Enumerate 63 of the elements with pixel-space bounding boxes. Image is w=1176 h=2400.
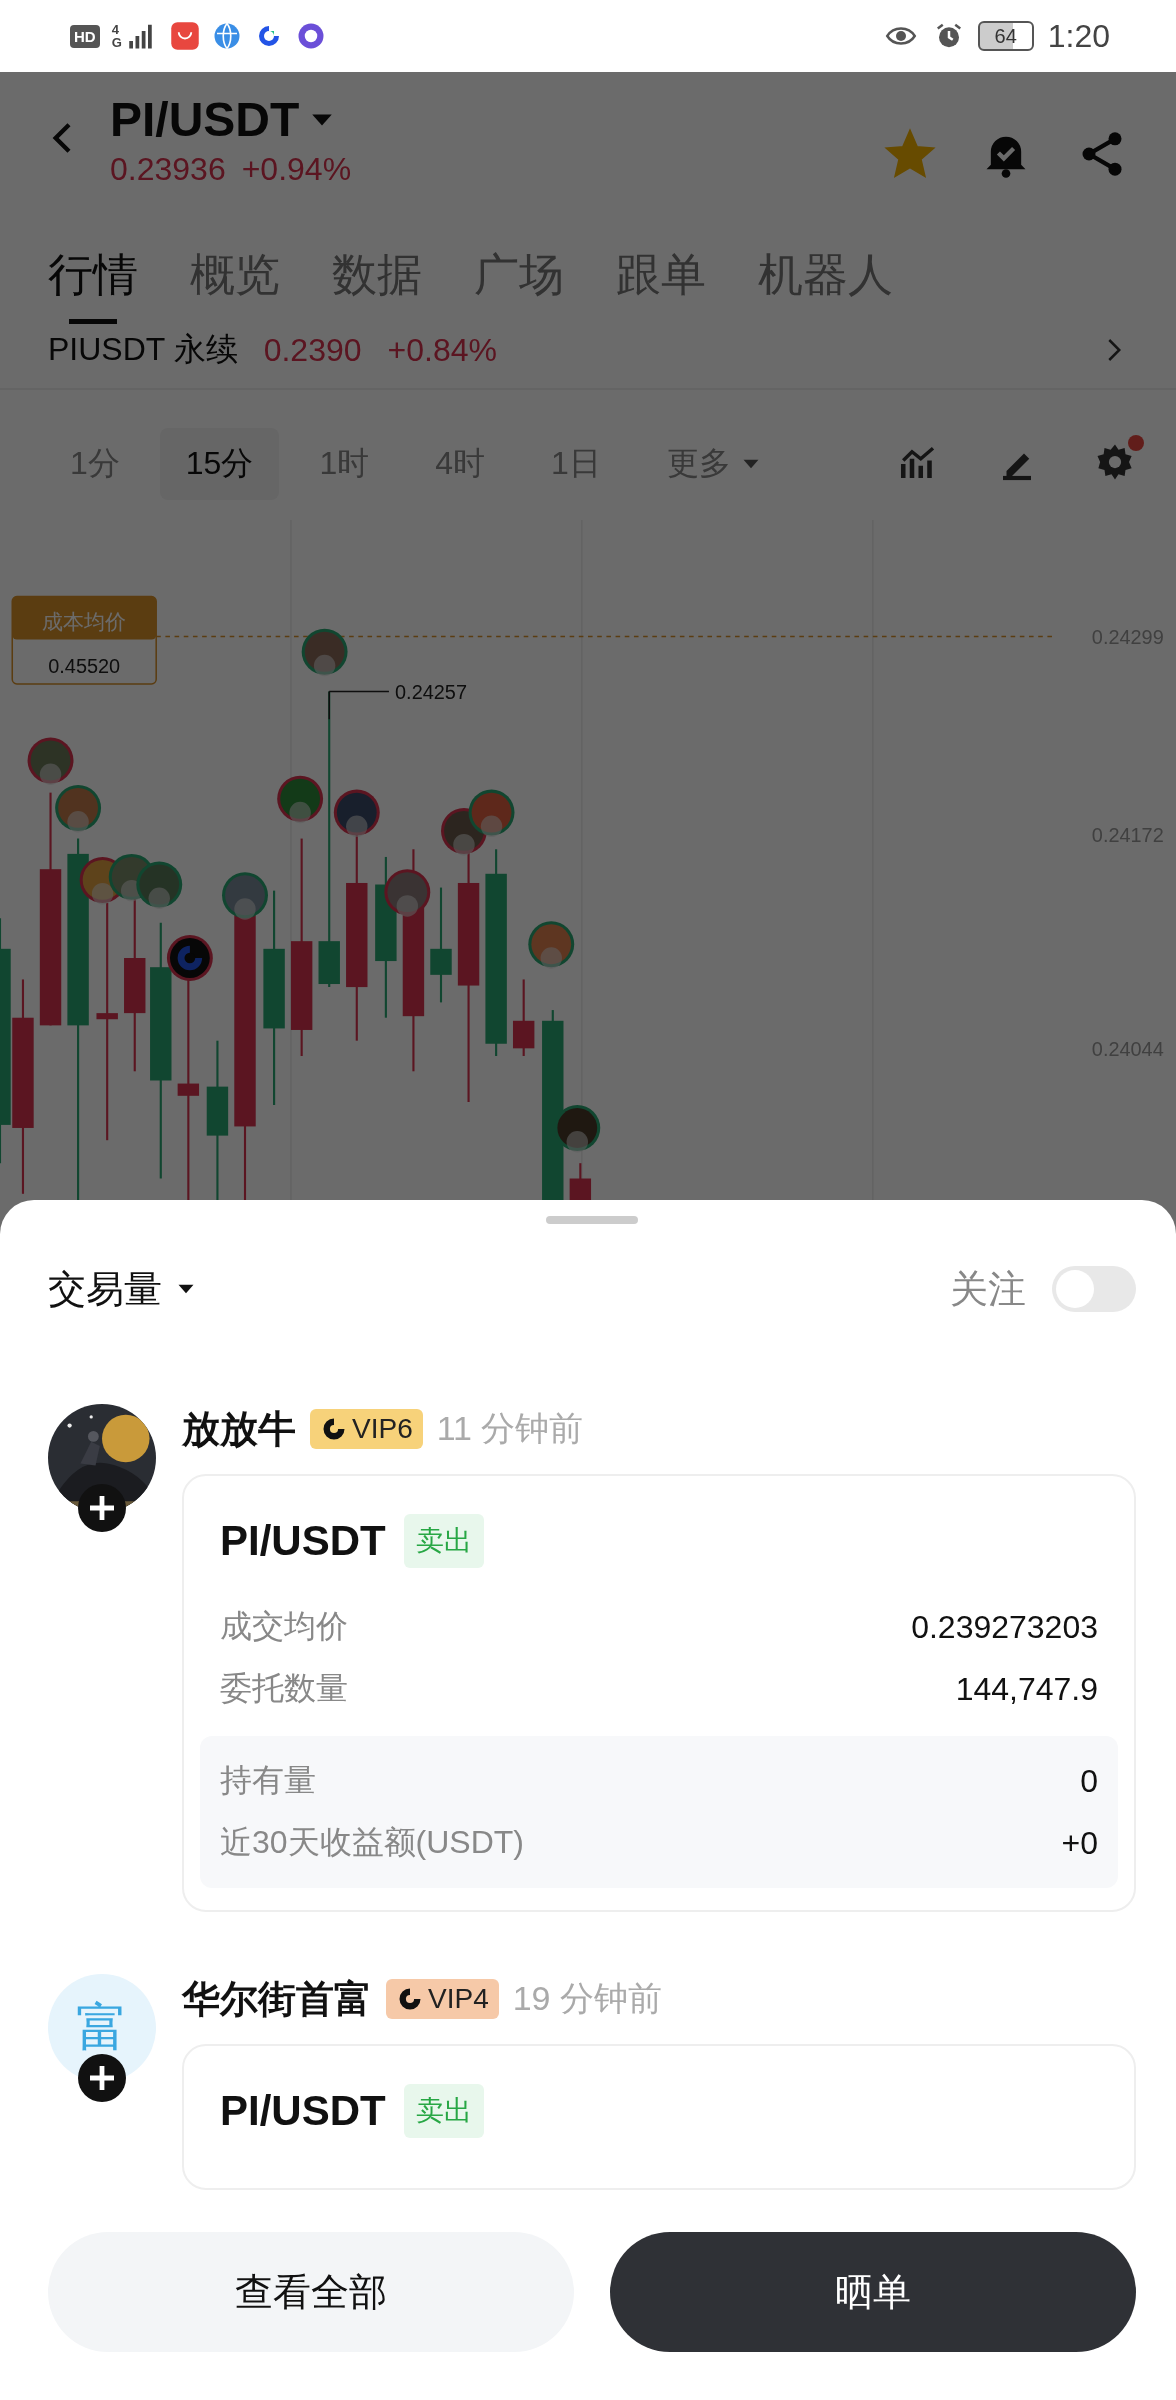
share-trade-button[interactable]: 晒单 (610, 2232, 1136, 2352)
contract-change: +0.84% (387, 331, 497, 369)
trader-avatar-marker[interactable] (301, 628, 348, 677)
vip-badge: VIP6 (310, 1409, 423, 1449)
field-label: 成交均价 (220, 1607, 348, 1646)
trader-avatar-marker[interactable] (468, 789, 515, 838)
network-label: 4G (111, 23, 123, 49)
contract-price: 0.2390 (263, 331, 362, 369)
trader-avatar-marker[interactable] (55, 784, 102, 833)
field-label: 委托数量 (220, 1669, 348, 1708)
trader-avatar-marker[interactable] (136, 861, 183, 909)
hd-badge: HD (70, 24, 100, 48)
add-follow-icon[interactable] (78, 1484, 126, 1532)
tab[interactable]: 跟单 (616, 248, 706, 324)
cost-label: 成本均价 (42, 609, 127, 634)
tab[interactable]: 数据 (332, 248, 422, 324)
trade-pair: PI/USDT (220, 2087, 386, 2135)
field-value: 0 (1080, 1762, 1098, 1800)
trade-card[interactable]: PI/USDT 卖出 成交均价 0.239273203 委托数量 144,747.9 持有量 0 近30天收益额(USDT) +0 (182, 1474, 1136, 1912)
side-tag: 卖出 (403, 1514, 484, 1568)
peak-price-label: 0.24257 (395, 681, 467, 704)
shopping-bag-icon (169, 21, 200, 51)
follow-label: 关注 (950, 1266, 1026, 1312)
cost-value: 0.45520 (48, 655, 121, 678)
field-label: 持有量 (220, 1761, 316, 1800)
field-value: 0.239273203 (911, 1608, 1098, 1646)
price-change: +0.94% (241, 151, 352, 188)
trader-avatar-marker[interactable] (384, 869, 431, 917)
field-value: +0 (1061, 1824, 1098, 1862)
trader-avatar-marker[interactable] (528, 921, 575, 969)
battery-level: 64 (994, 24, 1017, 48)
pair-title: PI/USDT (110, 92, 300, 147)
user-name[interactable]: 放放牛 (182, 1403, 296, 1455)
interval-tab[interactable]: 15分 (159, 428, 280, 500)
sort-dropdown[interactable]: 交易量 (48, 1263, 196, 1315)
post-time: 19 分钟前 (512, 1978, 662, 2019)
trader-avatar-marker[interactable] (277, 775, 324, 824)
field-value: 144,747.9 (955, 1670, 1098, 1708)
last-price: 0.23936 (110, 151, 226, 188)
trade-card[interactable]: PI/USDT 卖出 (182, 2044, 1136, 2190)
star-icon[interactable] (884, 128, 936, 180)
add-follow-icon[interactable] (78, 2054, 126, 2102)
leader-line (328, 690, 390, 720)
tab[interactable]: 广场 (474, 248, 564, 324)
trade-pair: PI/USDT (220, 1517, 386, 1565)
trader-avatar-marker[interactable] (333, 789, 380, 838)
trader-avatar-marker[interactable] (222, 872, 268, 920)
contract-name[interactable]: PIUSDT 永续 (48, 328, 238, 372)
post-time: 11 分钟前 (436, 1408, 584, 1449)
clock-time: 1:20 (1047, 17, 1110, 55)
tab[interactable]: 行情 (48, 248, 138, 324)
candle (569, 1163, 592, 1200)
exchange-logo-marker[interactable] (166, 935, 213, 981)
vip-badge: VIP4 (386, 1979, 499, 2019)
tab[interactable]: 机器人 (758, 248, 893, 324)
trader-avatar-marker[interactable] (27, 737, 74, 785)
view-all-button[interactable]: 查看全部 (48, 2232, 574, 2352)
tab[interactable]: 概览 (190, 248, 280, 324)
user-name[interactable]: 华尔街首富 (182, 1973, 372, 2025)
trader-avatar-marker[interactable] (554, 1105, 601, 1153)
drag-handle[interactable] (546, 1216, 638, 1224)
side-tag: 卖出 (403, 2084, 484, 2138)
field-label: 近30天收益额(USDT) (220, 1823, 524, 1862)
